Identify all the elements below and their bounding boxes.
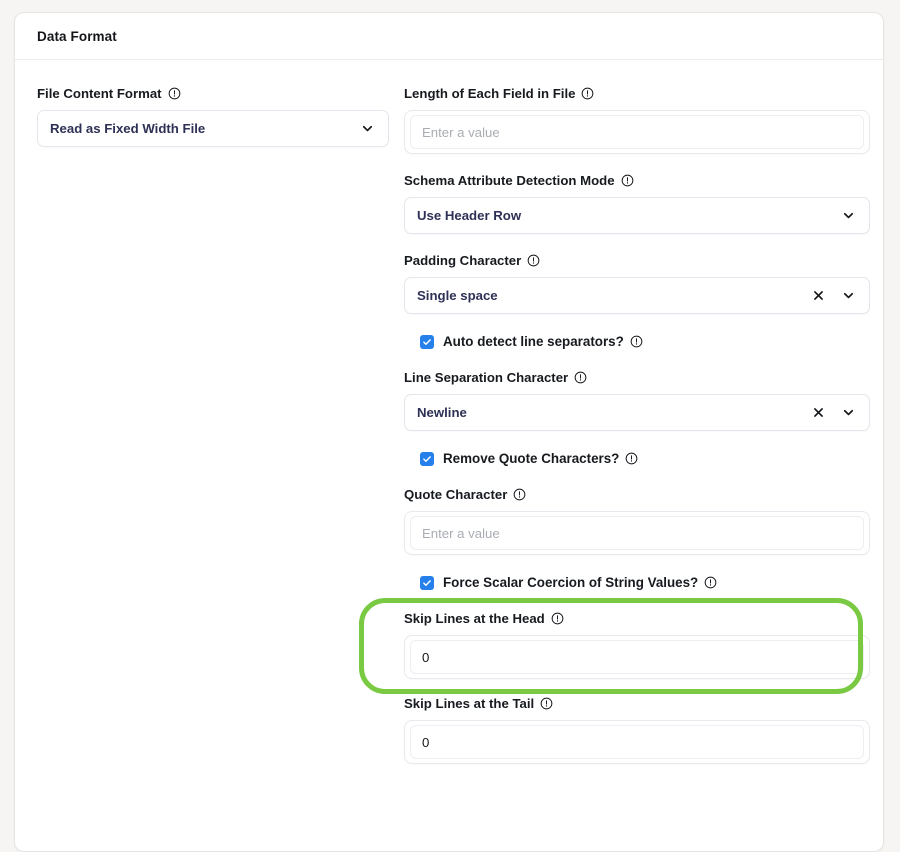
select-actions (842, 209, 857, 222)
field-padding-character: Padding Character Single space (404, 253, 870, 314)
chevron-down-icon[interactable] (842, 209, 855, 222)
input-inner[interactable]: Enter a value (410, 115, 864, 149)
checkbox-remove-quote-characters[interactable] (420, 452, 434, 466)
alert-circle-icon[interactable] (540, 697, 553, 710)
alert-circle-icon[interactable] (621, 174, 634, 187)
left-column: File Content Format Read as Fixed Width … (37, 86, 389, 783)
alert-circle-icon[interactable] (581, 87, 594, 100)
alert-circle-icon[interactable] (704, 576, 717, 589)
label-padding-character: Padding Character (404, 253, 870, 269)
checkbox-row-remove-quote-characters[interactable]: Remove Quote Characters? (420, 450, 870, 468)
alert-circle-icon[interactable] (625, 452, 638, 465)
select-actions (812, 406, 857, 419)
checkbox-label: Remove Quote Characters? (443, 451, 638, 467)
alert-circle-icon[interactable] (630, 335, 643, 348)
label-line-separation-character: Line Separation Character (404, 370, 870, 386)
card-header: Data Format (15, 13, 883, 60)
select-line-separation-character[interactable]: Newline (404, 394, 870, 431)
select-actions (812, 289, 857, 302)
alert-circle-icon[interactable] (527, 254, 540, 267)
chevron-down-icon[interactable] (361, 122, 374, 135)
card-body: File Content Format Read as Fixed Width … (15, 60, 883, 783)
page-title: Data Format (37, 28, 117, 44)
field-label-text: Skip Lines at the Tail (404, 696, 535, 711)
field-skip-lines-at-head: Skip Lines at the Head 0 (404, 611, 870, 679)
input-quote-character[interactable]: Enter a value (404, 511, 870, 555)
input-inner[interactable]: 0 (410, 725, 864, 759)
chevron-down-icon[interactable] (842, 406, 855, 419)
field-skip-lines-at-tail: Skip Lines at the Tail 0 (404, 696, 870, 764)
chevron-down-icon[interactable] (842, 289, 855, 302)
input-value: 0 (422, 734, 430, 750)
data-format-card: Data Format File Content Format Read as … (14, 12, 884, 852)
close-x-icon[interactable] (812, 406, 825, 419)
input-placeholder: Enter a value (422, 525, 500, 541)
checkbox-label: Auto detect line separators? (443, 334, 643, 350)
alert-circle-icon[interactable] (551, 612, 564, 625)
field-label-text: Quote Character (404, 487, 508, 502)
checkbox-auto-detect-line-separators[interactable] (420, 335, 434, 349)
select-actions (361, 122, 376, 135)
label-file-content-format: File Content Format (37, 86, 389, 102)
input-placeholder: Enter a value (422, 124, 500, 140)
input-length-of-each-field[interactable]: Enter a value (404, 110, 870, 154)
field-schema-attribute-detection-mode: Schema Attribute Detection Mode Use Head… (404, 173, 870, 234)
input-inner[interactable]: 0 (410, 640, 864, 674)
checkbox-label-text: Force Scalar Coercion of String Values? (443, 575, 699, 590)
label-skip-lines-at-tail: Skip Lines at the Tail (404, 696, 870, 712)
field-quote-character: Quote Character Enter a value (404, 487, 870, 555)
input-value: 0 (422, 649, 430, 665)
alert-circle-icon[interactable] (513, 488, 526, 501)
field-label-text: Padding Character (404, 253, 522, 268)
select-value: Newline (417, 405, 467, 420)
alert-circle-icon[interactable] (168, 87, 181, 100)
alert-circle-icon[interactable] (574, 371, 587, 384)
field-file-content-format: File Content Format Read as Fixed Width … (37, 86, 389, 147)
field-label-text: File Content Format (37, 86, 162, 101)
field-label-text: Schema Attribute Detection Mode (404, 173, 615, 188)
label-schema-attribute-detection-mode: Schema Attribute Detection Mode (404, 173, 870, 189)
field-label-text: Skip Lines at the Head (404, 611, 545, 626)
checkbox-label-text: Auto detect line separators? (443, 334, 624, 349)
select-schema-attribute-detection-mode[interactable]: Use Header Row (404, 197, 870, 234)
checkbox-label: Force Scalar Coercion of String Values? (443, 575, 717, 591)
select-value: Use Header Row (417, 208, 522, 223)
input-inner[interactable]: Enter a value (410, 516, 864, 550)
label-skip-lines-at-head: Skip Lines at the Head (404, 611, 870, 627)
close-x-icon[interactable] (812, 289, 825, 302)
field-line-separation-character: Line Separation Character Newline (404, 370, 870, 431)
select-file-content-format[interactable]: Read as Fixed Width File (37, 110, 389, 147)
right-column: Length of Each Field in File Enter a val… (404, 86, 870, 783)
field-label-text: Line Separation Character (404, 370, 569, 385)
field-label-text: Length of Each Field in File (404, 86, 576, 101)
checkbox-row-force-scalar-coercion[interactable]: Force Scalar Coercion of String Values? (420, 574, 870, 592)
select-value: Single space (417, 288, 498, 303)
label-length-of-each-field: Length of Each Field in File (404, 86, 870, 102)
select-padding-character[interactable]: Single space (404, 277, 870, 314)
field-length-of-each-field: Length of Each Field in File Enter a val… (404, 86, 870, 154)
checkbox-label-text: Remove Quote Characters? (443, 451, 620, 466)
input-skip-lines-at-tail[interactable]: 0 (404, 720, 870, 764)
checkbox-force-scalar-coercion[interactable] (420, 576, 434, 590)
checkbox-row-auto-detect-line-separators[interactable]: Auto detect line separators? (420, 333, 870, 351)
input-skip-lines-at-head[interactable]: 0 (404, 635, 870, 679)
select-value: Read as Fixed Width File (50, 121, 206, 136)
label-quote-character: Quote Character (404, 487, 870, 503)
